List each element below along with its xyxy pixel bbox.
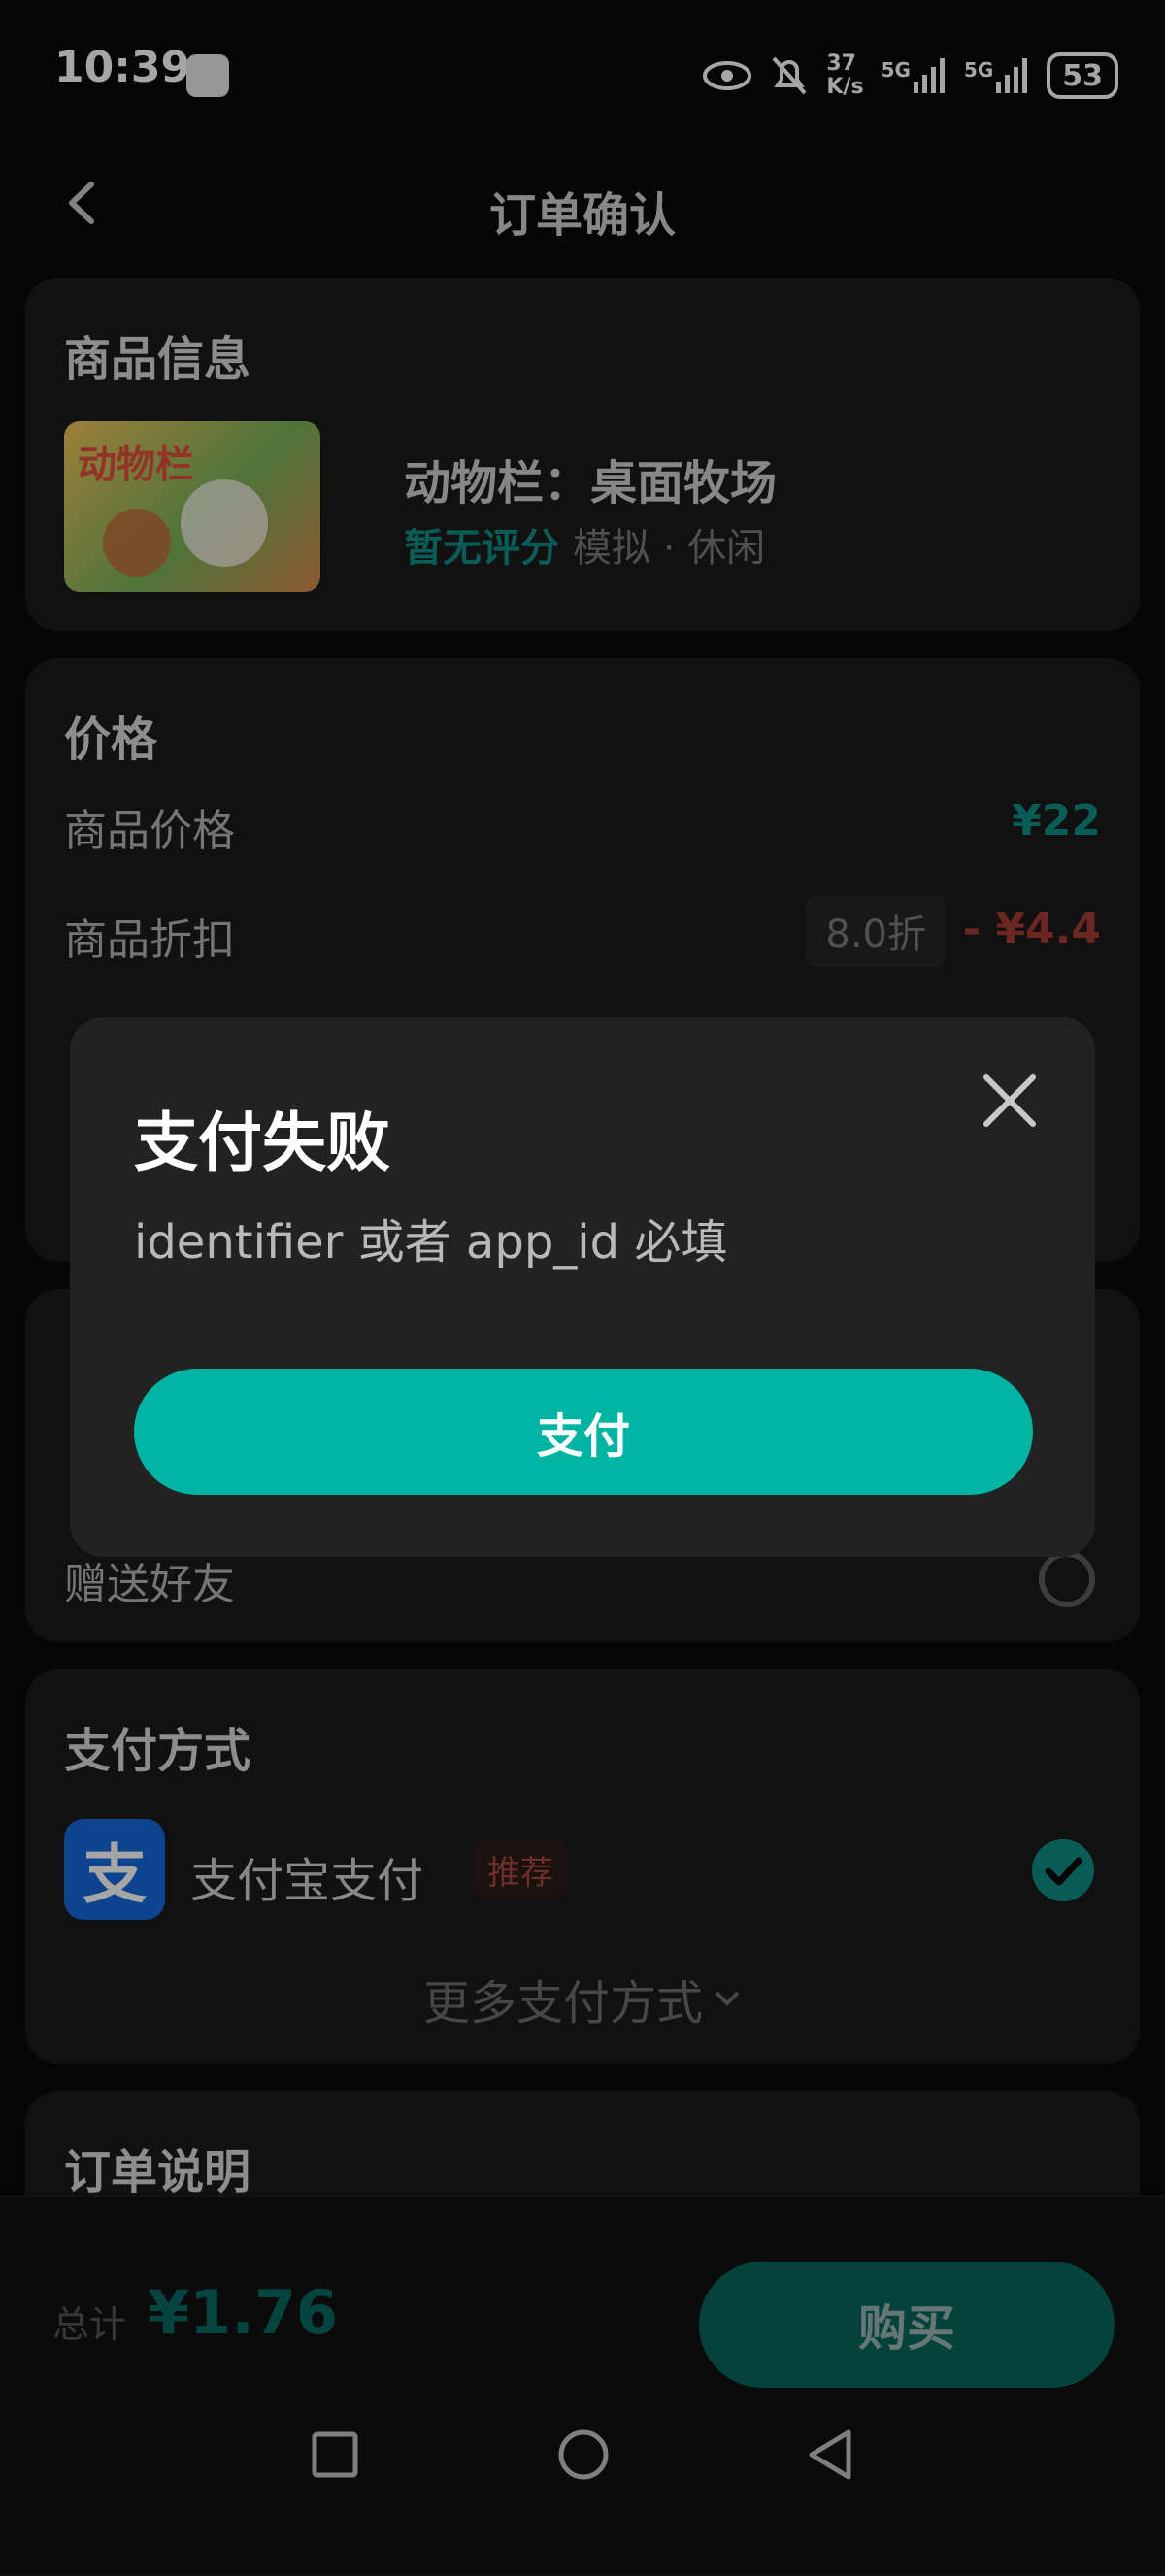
dialog-title: 支付失败	[134, 1106, 390, 1180]
pay-button[interactable]: 支付	[134, 1369, 1033, 1495]
close-icon[interactable]	[979, 1070, 1041, 1132]
dialog-message: identifier 或者 app_id 必填	[134, 1215, 728, 1270]
payment-failed-dialog: 支付失败 identifier 或者 app_id 必填 支付	[70, 1017, 1095, 1557]
